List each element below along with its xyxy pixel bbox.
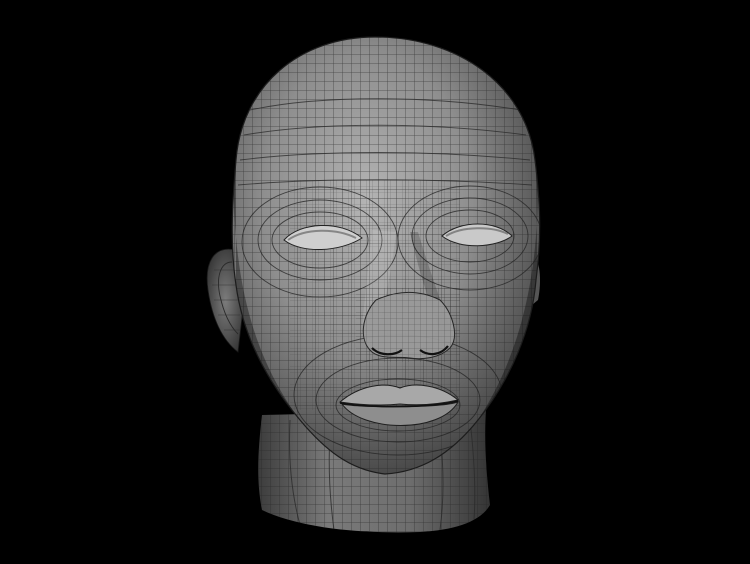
render-viewport: [0, 0, 750, 564]
head-mesh-render: [206, 36, 541, 533]
nose: [356, 288, 460, 362]
